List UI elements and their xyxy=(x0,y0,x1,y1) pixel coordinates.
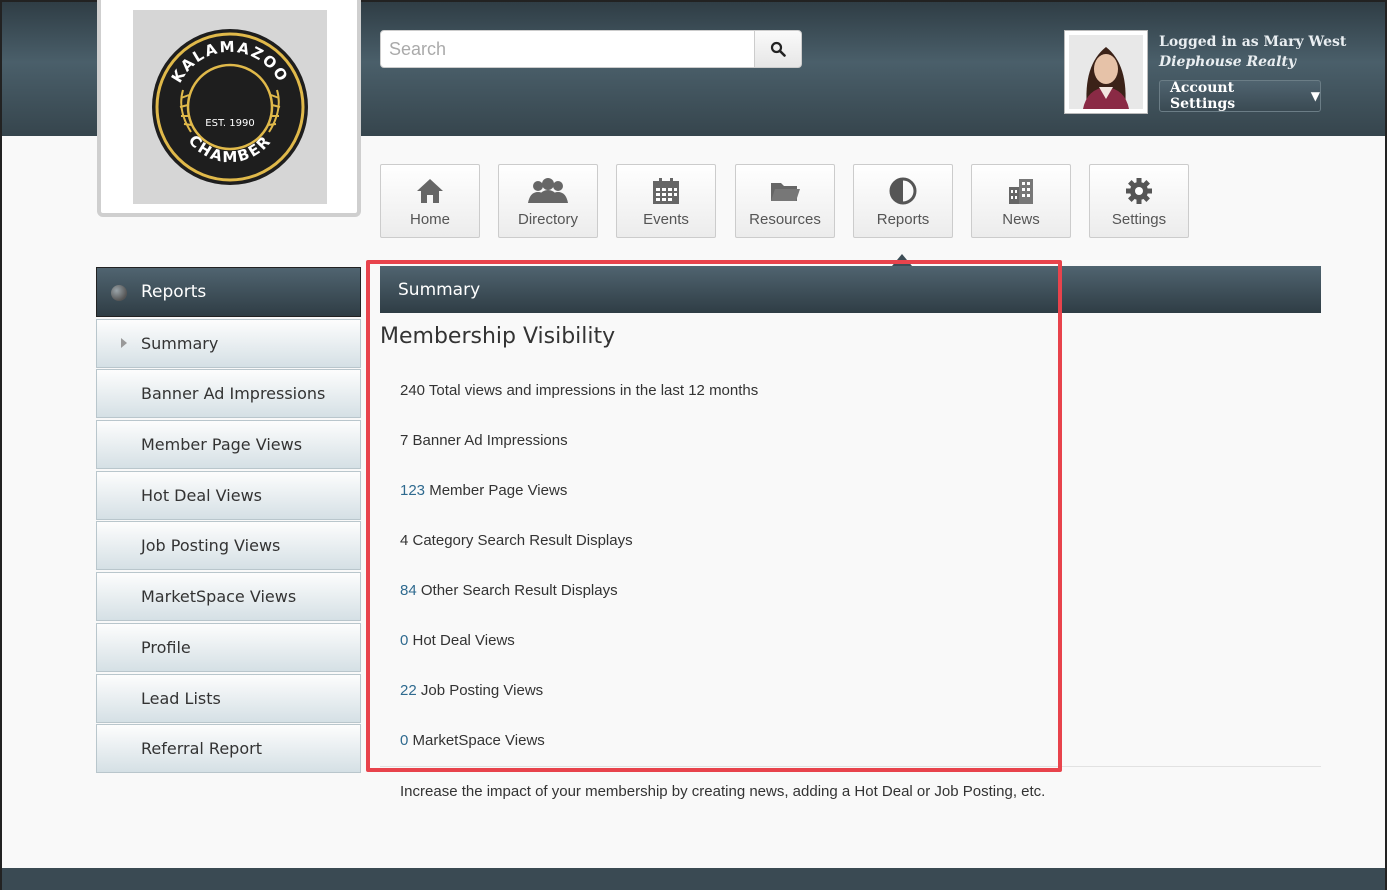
user-avatar-frame[interactable] xyxy=(1064,30,1148,114)
sidebar-item-hot-deal-views[interactable]: Hot Deal Views xyxy=(96,471,361,520)
sidebar-item-label: Member Page Views xyxy=(141,435,303,454)
stat-label: Hot Deal Views xyxy=(408,632,515,649)
logged-in-label: Logged in as Mary West xyxy=(1159,34,1347,50)
caret-right-icon xyxy=(121,338,127,348)
stat-label: Job Posting Views xyxy=(416,682,544,699)
nav-events[interactable]: Events xyxy=(616,164,716,238)
building-icon xyxy=(1009,179,1033,204)
nav-resources-label: Resources xyxy=(749,211,821,228)
page-footer xyxy=(2,868,1385,890)
stat-label: MarketSpace Views xyxy=(408,732,545,749)
nav-events-label: Events xyxy=(643,211,689,228)
sidebar-title: Reports xyxy=(141,282,207,302)
stat-member-page-views: 123 Member Page Views xyxy=(400,482,567,499)
nav-settings[interactable]: Settings xyxy=(1089,164,1189,238)
stat-label: Member Page Views xyxy=(425,482,568,499)
sidebar-item-summary[interactable]: Summary xyxy=(96,319,361,368)
nav-directory-label: Directory xyxy=(517,211,578,228)
sidebar-item-label: Referral Report xyxy=(141,739,262,758)
sidebar-item-marketspace-views[interactable]: MarketSpace Views xyxy=(96,572,361,621)
reports-dot-icon xyxy=(111,285,127,301)
nav-settings-label: Settings xyxy=(1111,211,1167,228)
sidebar-item-profile[interactable]: Profile xyxy=(96,623,361,672)
stat-label: Total views and impressions in the last … xyxy=(425,382,759,399)
nav-reports-label: Reports xyxy=(876,211,930,228)
content-divider xyxy=(380,766,1321,767)
stat-value-link[interactable]: 84 xyxy=(400,582,417,599)
sidebar-item-label: Summary xyxy=(141,334,219,353)
logo-container[interactable]: KALAMAZOO CHAMBER EST. 1990 xyxy=(97,0,361,217)
chamber-logo[interactable]: KALAMAZOO CHAMBER EST. 1990 xyxy=(133,10,327,204)
stat-value-link[interactable]: 22 xyxy=(400,682,417,699)
stat-category-search: 4 Category Search Result Displays xyxy=(400,532,633,549)
calendar-icon xyxy=(653,178,679,204)
nav-news[interactable]: News xyxy=(971,164,1071,238)
summary-header: Summary xyxy=(380,266,1321,313)
stat-other-search: 84 Other Search Result Displays xyxy=(400,582,618,599)
sidebar-item-label: Hot Deal Views xyxy=(141,486,262,505)
company-name: Diephouse Realty xyxy=(1159,54,1297,70)
search-icon xyxy=(770,41,786,57)
gear-icon xyxy=(1126,178,1152,204)
stat-label: Other Search Result Displays xyxy=(416,582,618,599)
logo-est: EST. 1990 xyxy=(205,118,254,129)
nav-reports[interactable]: Reports xyxy=(853,164,953,238)
sidebar-item-label: Lead Lists xyxy=(141,689,221,708)
search-button[interactable] xyxy=(754,30,802,68)
sidebar-item-job-posting-views[interactable]: Job Posting Views xyxy=(96,521,361,570)
nav-home[interactable]: Home xyxy=(380,164,480,238)
home-icon xyxy=(417,179,443,203)
avatar[interactable] xyxy=(1069,35,1143,109)
nav-resources[interactable]: Resources xyxy=(735,164,835,238)
summary-header-label: Summary xyxy=(398,279,481,300)
account-settings-label: Account Settings xyxy=(1170,80,1236,112)
stat-value: 240 xyxy=(400,382,426,399)
stat-value-link[interactable]: 123 xyxy=(400,482,425,499)
account-settings-button[interactable]: Account Settings ▼ xyxy=(1159,80,1321,112)
sidebar-item-referral-report[interactable]: Referral Report xyxy=(96,724,361,773)
stat-label: Banner Ad Impressions xyxy=(408,432,568,449)
sidebar-item-label: Banner Ad Impressions xyxy=(141,384,326,403)
nav-news-label: News xyxy=(1002,211,1040,228)
user-info: Logged in as Mary West Diephouse Realty xyxy=(1159,34,1346,70)
people-icon xyxy=(528,178,568,203)
sidebar-item-banner-ad-impressions[interactable]: Banner Ad Impressions xyxy=(96,369,361,418)
sidebar-item-label: Job Posting Views xyxy=(141,536,281,555)
impact-note: Increase the impact of your membership b… xyxy=(400,783,1046,800)
sidebar-item-label: Profile xyxy=(141,638,191,657)
nav-directory[interactable]: Directory xyxy=(498,164,598,238)
stat-marketspace-views: 0 MarketSpace Views xyxy=(400,732,545,749)
stat-label: Category Search Result Displays xyxy=(408,532,633,549)
sidebar-item-member-page-views[interactable]: Member Page Views xyxy=(96,420,361,469)
stat-job-posting-views: 22 Job Posting Views xyxy=(400,682,543,699)
search-input[interactable] xyxy=(380,30,755,68)
nav-home-label: Home xyxy=(409,211,450,228)
stat-total-views: 240 Total views and impressions in the l… xyxy=(400,382,758,399)
sidebar-item-lead-lists[interactable]: Lead Lists xyxy=(96,674,361,723)
sidebar-item-label: MarketSpace Views xyxy=(141,587,297,606)
stat-hot-deal-views: 0 Hot Deal Views xyxy=(400,632,515,649)
folder-icon xyxy=(771,183,800,201)
sidebar-header: Reports xyxy=(96,267,361,317)
active-nav-pointer xyxy=(892,254,912,266)
page-title: Membership Visibility xyxy=(380,324,616,349)
pie-chart-icon xyxy=(889,177,917,205)
caret-down-icon: ▼ xyxy=(1310,89,1320,103)
stat-banner-ad-impressions: 7 Banner Ad Impressions xyxy=(400,432,568,449)
